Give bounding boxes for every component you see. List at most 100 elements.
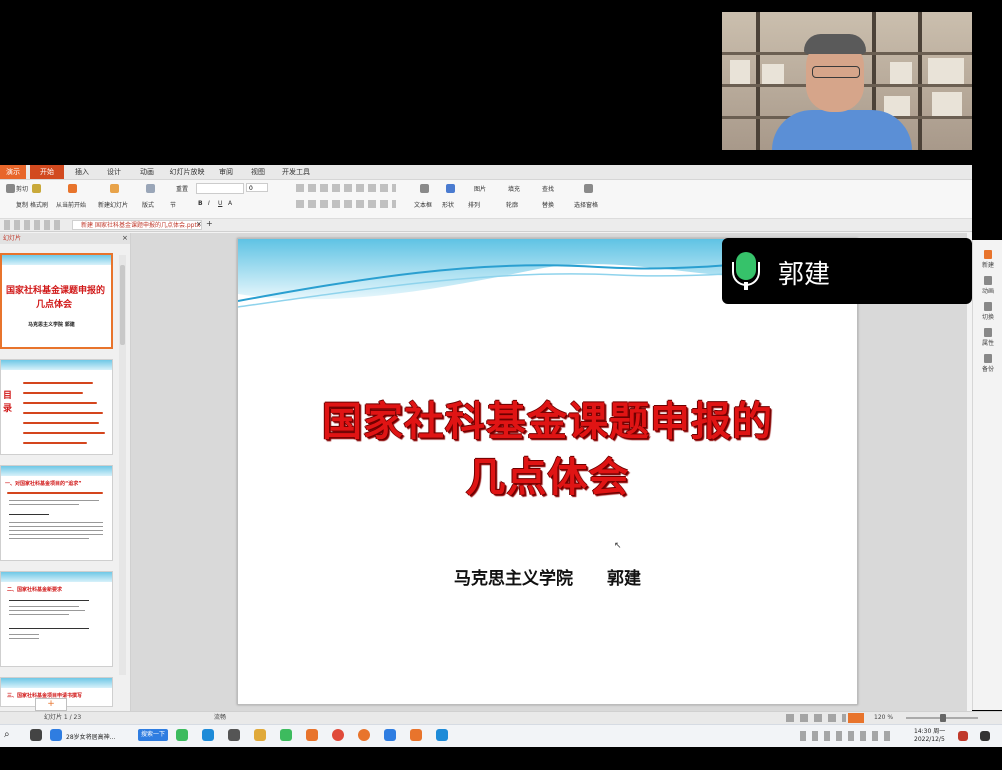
new-tab-icon[interactable]: + [206, 219, 213, 228]
clock-date: 2022/12/5 [914, 736, 945, 743]
right-pane-animation[interactable]: 动画 [977, 276, 999, 295]
tab-design[interactable]: 设计 [100, 165, 128, 179]
font-size-select[interactable]: 0 [246, 183, 268, 192]
tab-home[interactable]: 开始 [30, 165, 64, 179]
clock-time: 14:30 周一 [914, 728, 946, 735]
taskbar-app-1-icon[interactable] [176, 729, 188, 741]
select-pane-button[interactable]: 选择窗格 [574, 200, 598, 209]
slideshow-button[interactable] [848, 713, 864, 723]
wps-writer-icon[interactable] [384, 729, 396, 741]
notification-icon[interactable] [958, 731, 968, 741]
section-button[interactable]: 节 [170, 200, 176, 209]
reset-button[interactable]: 重置 [176, 184, 188, 193]
textbox-button[interactable]: 文本框 [414, 200, 432, 209]
view-mode-buttons[interactable] [786, 714, 846, 722]
add-slide-button[interactable]: + [35, 698, 67, 711]
layout-icon[interactable] [146, 184, 155, 193]
browser-taskbar-item[interactable]: 28岁女将居高神... [66, 732, 115, 741]
outline-button[interactable]: 轮廓 [506, 200, 518, 209]
wechat-icon[interactable] [280, 729, 292, 741]
zoom-level: 120 % [874, 714, 894, 721]
arrange-button[interactable]: 排列 [468, 200, 480, 209]
select-pane-icon[interactable] [584, 184, 593, 193]
thumbnail-subtitle: 马克思主义学院 郭建 [28, 322, 75, 328]
textbox-icon[interactable] [420, 184, 429, 193]
system-tray-icons[interactable] [800, 731, 890, 741]
slide-counter: 幻灯片 1 / 23 [44, 714, 82, 721]
copy-button[interactable]: 复制 [16, 200, 28, 209]
slide-title-line1: 国家社科基金课题申报的 [322, 399, 773, 445]
find-button[interactable]: 查找 [542, 184, 554, 193]
picture-button[interactable]: 图片 [474, 184, 486, 193]
show-desktop-icon[interactable] [980, 731, 990, 741]
cut-icon[interactable] [6, 184, 15, 193]
document-tab[interactable]: 新建 国家社科基金课题申报的几点体会.pptx [72, 220, 202, 230]
layout-button[interactable]: 版式 [142, 200, 154, 209]
search-icon[interactable]: ⌕ [4, 729, 10, 740]
tab-insert[interactable]: 插入 [68, 165, 96, 179]
slide-thumbnail-panel: 幻灯片 × 国家社科基金课题申报的 几点体会 马克思主义学院 郭建 目录 一、对… [0, 233, 131, 711]
format-painter-icon[interactable] [32, 184, 41, 193]
wps-presentation-icon[interactable] [410, 729, 422, 741]
cut-button[interactable]: 剪切 [16, 184, 28, 193]
thumbnail-scrollbar[interactable] [119, 255, 126, 675]
replace-button[interactable]: 替换 [542, 200, 554, 209]
animation-icon [984, 276, 992, 285]
quick-access-toolbar[interactable] [4, 220, 64, 230]
document-tab-title: 国家社科基金课题申报的几点体会.pptx [94, 222, 201, 229]
format-painter-button[interactable]: 格式刷 [30, 200, 48, 209]
current-slide[interactable]: 国家社科基金课题申报的 几点体会 马克思主义学院 郭建 ↖ [237, 238, 858, 705]
ribbon-tab-bar: 演示 开始 插入 设计 动画 幻灯片放映 审阅 视图 开发工具 [0, 165, 972, 180]
taskbar-app-3-icon[interactable] [306, 729, 318, 741]
participant-video[interactable] [722, 12, 972, 150]
new-slide-button[interactable]: 新建幻灯片 [98, 200, 128, 209]
right-pane-transition[interactable]: 切换 [977, 302, 999, 321]
tab-view[interactable]: 视图 [244, 165, 272, 179]
meeting-app-icon[interactable] [436, 729, 448, 741]
play-icon[interactable] [68, 184, 77, 193]
document-tabs: 新建 国家社科基金课题申报的几点体会.pptx × + [0, 219, 972, 232]
slide-thumbnail-1[interactable]: 国家社科基金课题申报的 几点体会 马克思主义学院 郭建 [0, 253, 113, 349]
tab-developer[interactable]: 开发工具 [276, 165, 316, 179]
underline-button[interactable]: U [218, 200, 222, 207]
thumbnail-title-line2: 几点体会 [36, 300, 73, 310]
right-pane-properties[interactable]: 属性 [977, 328, 999, 347]
zoom-slider-handle[interactable] [940, 714, 946, 722]
fill-button[interactable]: 填充 [508, 184, 520, 193]
italic-button[interactable]: I [208, 200, 210, 207]
edge-icon[interactable] [202, 729, 214, 741]
chrome-icon[interactable] [332, 729, 344, 741]
browser-icon[interactable] [50, 729, 62, 741]
shape-icon[interactable] [446, 184, 455, 193]
search-taskbar-button[interactable]: 搜索一下 [138, 729, 168, 741]
speaker-name: 郭建 [778, 260, 831, 290]
font-name-select[interactable] [196, 183, 244, 194]
list-tools[interactable] [296, 184, 396, 192]
paragraph-tools[interactable] [296, 200, 396, 208]
bold-button[interactable]: B [198, 200, 203, 207]
theme-name: 流畅 [214, 714, 227, 721]
app-icon[interactable] [30, 729, 42, 741]
tab-review[interactable]: 审阅 [212, 165, 240, 179]
slide-thumbnail-4[interactable]: 二、国家社科基金新要求 [0, 571, 113, 667]
slide-thumbnail-3[interactable]: 一、对国家社科基金项目的“追求” [0, 465, 113, 561]
font-color-button[interactable]: A [228, 200, 232, 207]
shape-button[interactable]: 形状 [442, 200, 454, 209]
right-task-pane: 新建 动画 切换 属性 备份 [972, 240, 1002, 710]
transition-icon [984, 302, 992, 311]
from-current-button[interactable]: 从当前开始 [56, 200, 86, 209]
taskbar-app-2-icon[interactable] [228, 729, 240, 741]
right-pane-new[interactable]: 新建 [977, 250, 999, 269]
firefox-icon[interactable] [358, 729, 370, 741]
slide-thumbnail-2[interactable]: 目录 [0, 359, 113, 455]
app-menu-button[interactable]: 演示 [0, 165, 26, 179]
properties-icon [984, 328, 992, 337]
tab-animation[interactable]: 动画 [132, 165, 162, 179]
tab-slideshow[interactable]: 幻灯片放映 [166, 165, 208, 179]
close-tab-icon[interactable]: × [196, 220, 202, 228]
new-slide-icon[interactable] [110, 184, 119, 193]
right-pane-backup[interactable]: 备份 [977, 354, 999, 373]
document-tab-prefix: 新建 [81, 222, 94, 229]
close-panel-icon[interactable]: × [122, 234, 128, 242]
folder-icon[interactable] [254, 729, 266, 741]
